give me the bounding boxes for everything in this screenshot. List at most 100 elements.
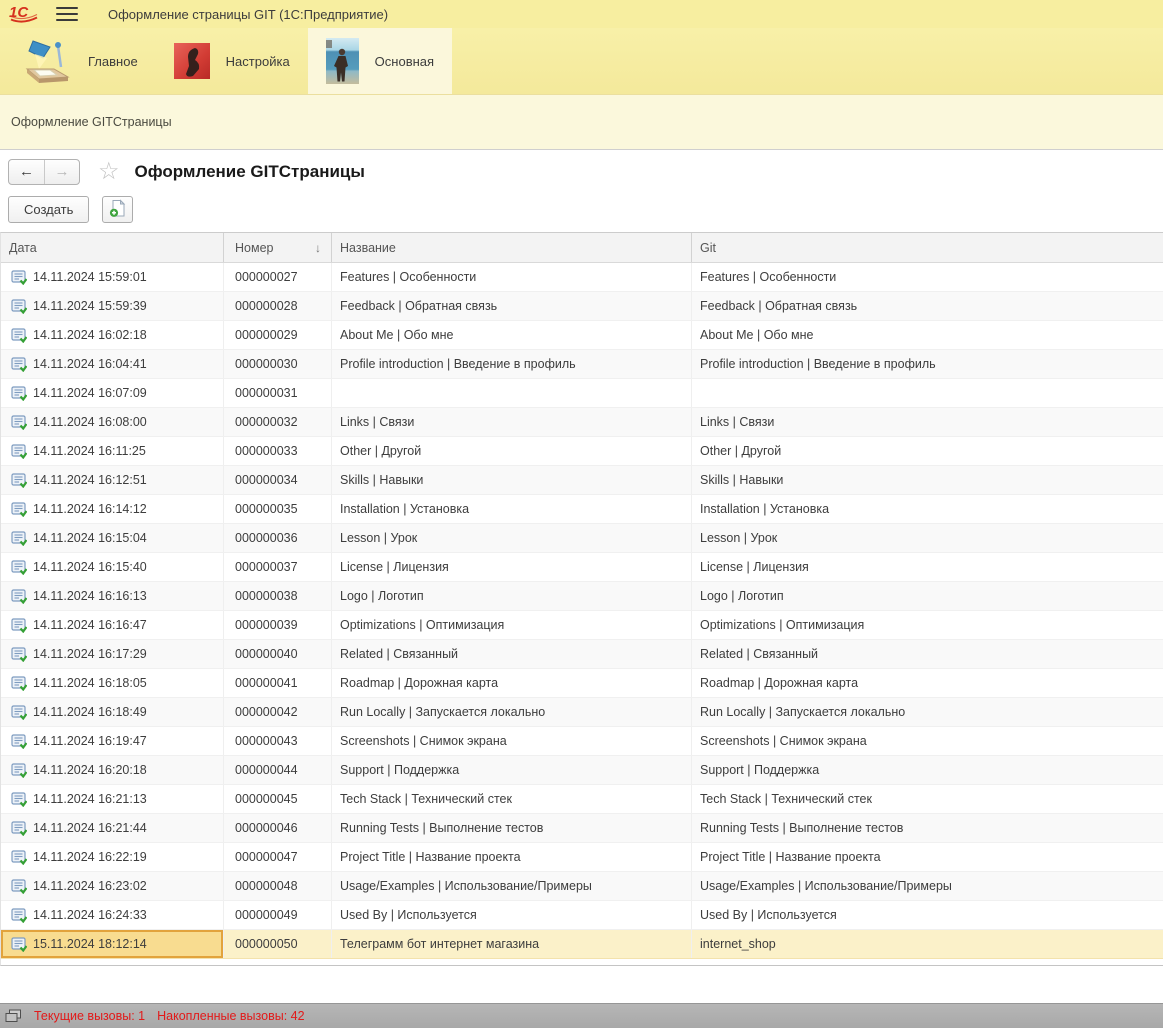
row-name: Running Tests | Выполнение тестов: [331, 814, 691, 842]
create-button[interactable]: Создать: [8, 196, 89, 223]
catalog-item-icon: [11, 937, 27, 952]
table-row[interactable]: 14.11.2024 16:23:02 000000048 Usage/Exam…: [1, 872, 1163, 901]
back-button[interactable]: ←: [9, 160, 44, 184]
row-date: 14.11.2024 16:16:13: [33, 589, 147, 603]
row-date: 14.11.2024 16:02:18: [33, 328, 147, 342]
row-name: Links | Связи: [331, 408, 691, 436]
row-name: Used By | Используется: [331, 901, 691, 929]
catalog-item-icon: [11, 299, 27, 314]
tab-glavnoe[interactable]: Главное: [6, 28, 156, 94]
row-number: 000000033: [223, 437, 331, 465]
table-row[interactable]: 14.11.2024 16:18:49 000000042 Run Locall…: [1, 698, 1163, 727]
row-git: Used By | Используется: [691, 901, 1163, 929]
row-name: Optimizations | Оптимизация: [331, 611, 691, 639]
catalog-item-icon: [11, 531, 27, 546]
tab-osnovnaya[interactable]: Основная: [308, 28, 452, 94]
column-header-date[interactable]: Дата: [1, 233, 223, 262]
tab-label: Настройка: [226, 54, 290, 69]
create-copy-button[interactable]: [102, 196, 133, 223]
beach-photo-icon: [326, 38, 359, 84]
page-title: Оформление GITСтраницы: [135, 162, 365, 182]
table-row[interactable]: 14.11.2024 16:02:18 000000029 About Me |…: [1, 321, 1163, 350]
table-row[interactable]: 14.11.2024 16:15:04 000000036 Lesson | У…: [1, 524, 1163, 553]
table-row[interactable]: 14.11.2024 15:59:01 000000027 Features |…: [1, 263, 1163, 292]
row-name: Features | Особенности: [331, 263, 691, 291]
row-date: 14.11.2024 16:21:44: [33, 821, 147, 835]
table-row[interactable]: 14.11.2024 16:21:13 000000045 Tech Stack…: [1, 785, 1163, 814]
column-header-name[interactable]: Название: [331, 233, 691, 262]
git-pages-table: Дата Номер ↓ Название Git: [0, 232, 1163, 966]
row-number: 000000027: [223, 263, 331, 291]
catalog-item-icon: [11, 328, 27, 343]
titlebar: 1С Оформление страницы GIT (1С:Предприят…: [0, 0, 1163, 28]
row-date-cell: 14.11.2024 16:14:12: [1, 495, 223, 523]
table-row[interactable]: 14.11.2024 16:21:44 000000046 Running Te…: [1, 814, 1163, 843]
table-row[interactable]: 14.11.2024 16:11:25 000000033 Other | Др…: [1, 437, 1163, 466]
row-date: 14.11.2024 16:17:29: [33, 647, 147, 661]
row-name: [331, 379, 691, 407]
row-git: Roadmap | Дорожная карта: [691, 669, 1163, 697]
row-date: 14.11.2024 16:12:51: [33, 473, 147, 487]
history-nav: ← →: [8, 159, 80, 185]
row-date: 14.11.2024 15:59:39: [33, 299, 147, 313]
column-header-number[interactable]: Номер ↓: [223, 233, 331, 262]
row-date-cell: 14.11.2024 16:18:05: [1, 669, 223, 697]
forward-button[interactable]: →: [44, 160, 79, 184]
table-body: 14.11.2024 15:59:01 000000027 Features |…: [1, 263, 1163, 959]
row-number: 000000040: [223, 640, 331, 668]
catalog-item-icon: [11, 444, 27, 459]
row-name: Tech Stack | Технический стек: [331, 785, 691, 813]
row-date: 14.11.2024 16:07:09: [33, 386, 147, 400]
tab-nastroyka[interactable]: Настройка: [156, 28, 308, 94]
row-name: Profile introduction | Введение в профил…: [331, 350, 691, 378]
table-row[interactable]: 14.11.2024 16:15:40 000000037 License | …: [1, 553, 1163, 582]
row-date-cell: 14.11.2024 16:15:40: [1, 553, 223, 581]
table-row[interactable]: 14.11.2024 16:16:13 000000038 Logo | Лог…: [1, 582, 1163, 611]
table-row[interactable]: 14.11.2024 16:22:19 000000047 Project Ti…: [1, 843, 1163, 872]
row-git: Installation | Установка: [691, 495, 1163, 523]
row-date: 14.11.2024 16:20:18: [33, 763, 147, 777]
row-date: 14.11.2024 16:23:02: [33, 879, 147, 893]
red-photo-icon: [174, 43, 210, 79]
desk-lamp-icon: [24, 38, 72, 84]
row-date: 15.11.2024 18:12:14: [33, 937, 147, 951]
table-row[interactable]: 14.11.2024 15:59:39 000000028 Feedback |…: [1, 292, 1163, 321]
table-row[interactable]: 14.11.2024 16:24:33 000000049 Used By | …: [1, 901, 1163, 930]
table-row[interactable]: 14.11.2024 16:04:41 000000030 Profile in…: [1, 350, 1163, 379]
row-git: Skills | Навыки: [691, 466, 1163, 494]
row-git: Other | Другой: [691, 437, 1163, 465]
table-row[interactable]: 14.11.2024 16:18:05 000000041 Roadmap | …: [1, 669, 1163, 698]
row-name: Logo | Логотип: [331, 582, 691, 610]
row-number: 000000043: [223, 727, 331, 755]
catalog-item-icon: [11, 821, 27, 836]
row-git: Feedback | Обратная связь: [691, 292, 1163, 320]
1c-logo-icon: 1С: [8, 3, 40, 25]
row-git: Support | Поддержка: [691, 756, 1163, 784]
table-row[interactable]: 14.11.2024 16:16:47 000000039 Optimizati…: [1, 611, 1163, 640]
table-row[interactable]: 14.11.2024 16:08:00 000000032 Links | Св…: [1, 408, 1163, 437]
windows-icon[interactable]: [5, 1009, 22, 1023]
row-number: 000000047: [223, 843, 331, 871]
table-row[interactable]: 14.11.2024 16:12:51 000000034 Skills | Н…: [1, 466, 1163, 495]
row-git: Tech Stack | Технический стек: [691, 785, 1163, 813]
current-calls-status: Текущие вызовы: 1: [34, 1009, 145, 1023]
row-date: 14.11.2024 16:04:41: [33, 357, 147, 371]
row-date-cell: 14.11.2024 16:17:29: [1, 640, 223, 668]
row-number: 000000030: [223, 350, 331, 378]
table-row[interactable]: 14.11.2024 16:17:29 000000040 Related | …: [1, 640, 1163, 669]
row-date-cell: 14.11.2024 15:59:01: [1, 263, 223, 291]
row-date: 14.11.2024 16:24:33: [33, 908, 147, 922]
table-row[interactable]: 14.11.2024 16:07:09 000000031: [1, 379, 1163, 408]
row-name: Skills | Навыки: [331, 466, 691, 494]
table-row[interactable]: 14.11.2024 16:20:18 000000044 Support | …: [1, 756, 1163, 785]
row-name: Телеграмм бот интернет магазина: [331, 930, 691, 958]
table-row[interactable]: 14.11.2024 16:14:12 000000035 Installati…: [1, 495, 1163, 524]
catalog-item-icon: [11, 618, 27, 633]
table-row[interactable]: 15.11.2024 18:12:14 000000050 Телеграмм …: [1, 930, 1163, 959]
breadcrumb[interactable]: Оформление GITСтраницы: [11, 115, 172, 129]
column-header-git[interactable]: Git: [691, 233, 1163, 262]
main-menu-icon[interactable]: [56, 7, 78, 21]
row-date: 14.11.2024 16:14:12: [33, 502, 147, 516]
table-row[interactable]: 14.11.2024 16:19:47 000000043 Screenshot…: [1, 727, 1163, 756]
favorite-star-icon[interactable]: ☆: [98, 157, 120, 186]
